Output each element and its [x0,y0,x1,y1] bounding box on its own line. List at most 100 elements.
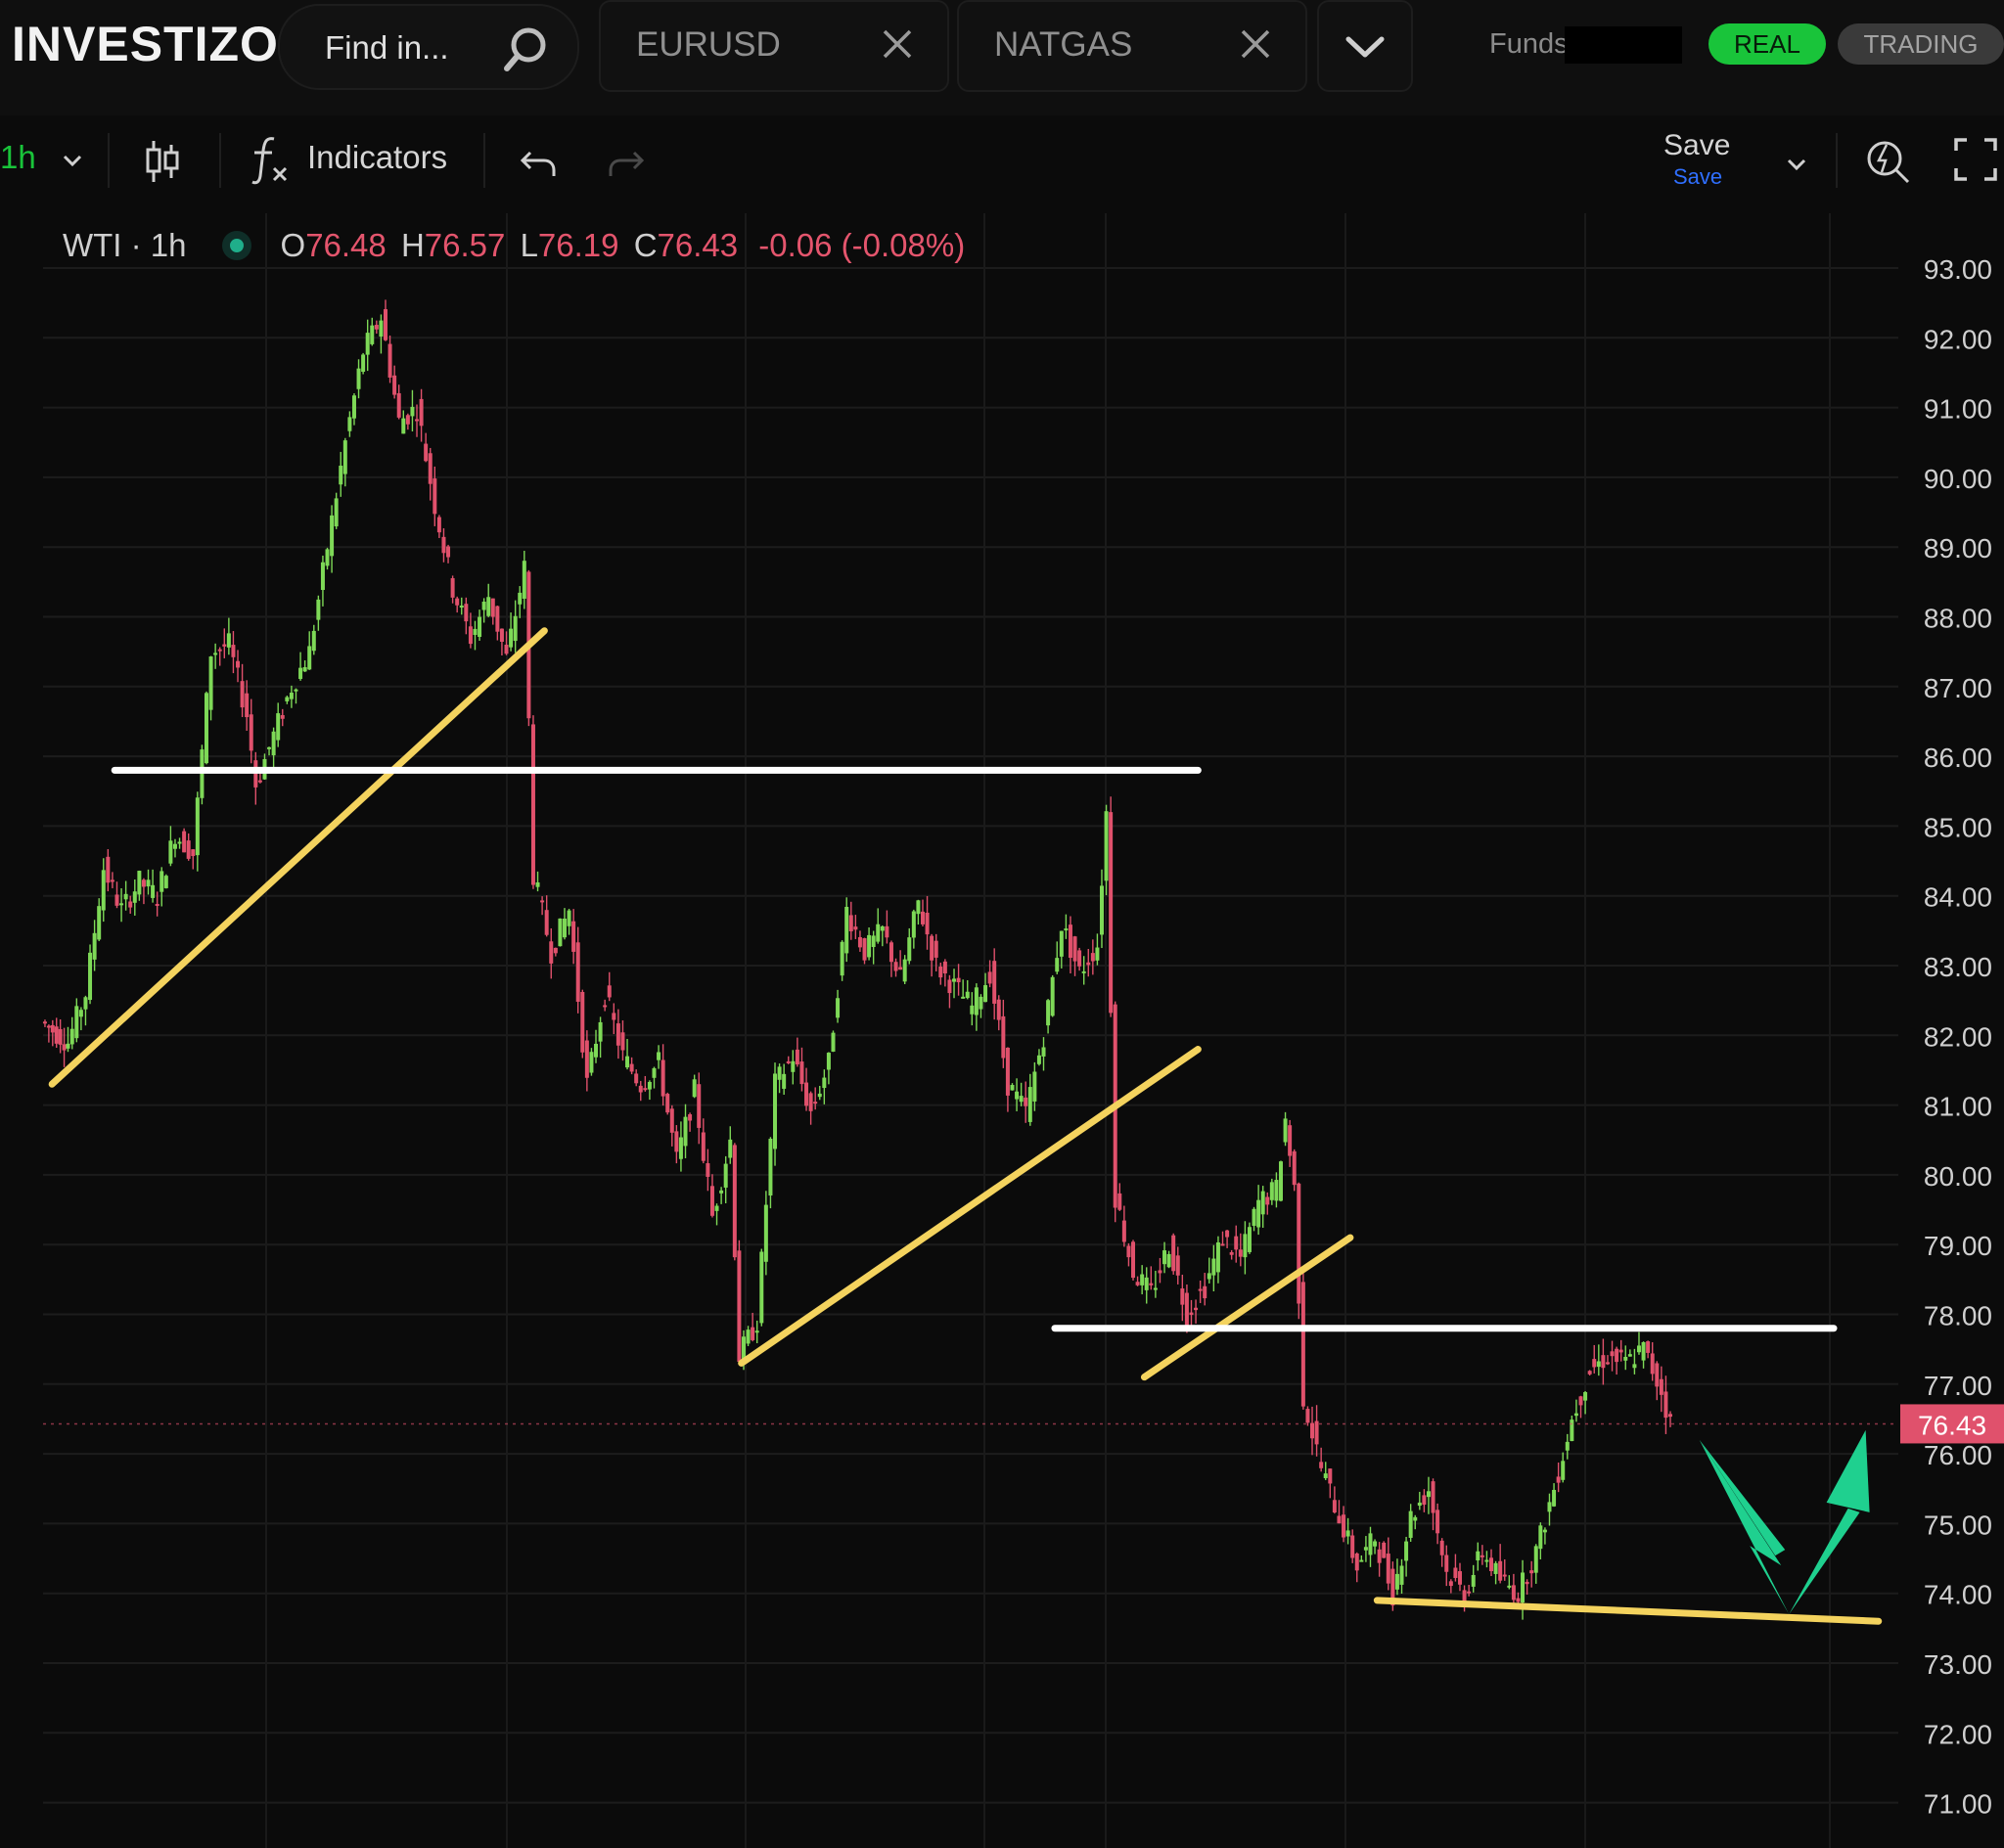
price-chart[interactable]: 93.00 92.00 91.00 90.00 89.00 88.00 87.00 86.00… [0,213,2004,1848]
y-tick-label: 88.00 [1924,604,1992,634]
chart-area[interactable]: 93.00 92.00 91.00 90.00 89.00 88.00 87.00 86.00… [0,213,2004,1848]
candle [132,891,137,903]
tab-eurusd[interactable]: EURUSD [599,0,949,92]
close-icon[interactable] [881,27,914,61]
candle [97,906,102,940]
candle [1323,1473,1328,1478]
candle [714,1205,719,1211]
candle [1278,1161,1283,1201]
candle [1215,1241,1220,1273]
search-box[interactable]: Find in... [278,4,579,90]
candle [1533,1546,1538,1573]
candle [1641,1341,1646,1361]
y-tick-label: 76.00 [1924,1440,1992,1470]
candle [853,926,858,930]
candle [69,1028,74,1045]
trading-mode-button[interactable]: TRADING [1838,23,2004,65]
drawings [48,627,1883,1625]
candle [947,979,952,994]
candle [571,921,576,952]
candle [191,849,196,857]
candle [155,904,159,907]
candle [351,395,356,419]
candle [1561,1461,1566,1480]
candle [1081,970,1086,973]
candle [1382,1542,1387,1558]
candle [992,961,997,1004]
interval-selector[interactable]: 1h [0,139,36,176]
candle [934,940,938,958]
y-tick-label: 71.00 [1924,1789,1992,1820]
quick-search-icon[interactable] [1861,135,1912,186]
candle [1655,1363,1660,1387]
chevron-down-icon[interactable] [61,149,84,172]
candle [455,598,460,606]
chevron-down-icon [1345,36,1385,58]
candle [478,616,482,637]
save-button[interactable]: Save [1663,129,1730,162]
candle [276,713,281,741]
candle [473,628,478,636]
candle [1090,953,1095,962]
change-value: -0.06 (-0.08%) [758,227,966,263]
price-axis: 93.00 92.00 91.00 90.00 89.00 88.00 87.00 86.00… [43,254,2004,1820]
candle [732,1145,737,1258]
candlestick-icon[interactable] [143,137,182,186]
candle [1578,1396,1583,1406]
candle [916,900,921,915]
candle [1373,1541,1378,1547]
candle [1547,1502,1552,1512]
candle [799,1061,804,1085]
funds-label: Funds [1489,28,1569,60]
candle [907,937,912,962]
undo-icon[interactable] [519,143,558,182]
candle [58,1028,63,1045]
candle [490,598,495,617]
candle [1046,1000,1051,1026]
candle [446,546,451,558]
chart-grid [43,213,1898,1848]
candle [1476,1551,1480,1561]
candle [1426,1491,1431,1498]
y-tick-label: 85.00 [1924,812,1992,842]
candle [638,1085,643,1093]
candle [253,760,258,788]
redo-icon[interactable] [607,143,646,182]
candle [172,843,177,849]
fullscreen-icon[interactable] [1953,137,1998,182]
candle [1394,1573,1399,1590]
candle [83,997,88,1010]
real-mode-button[interactable]: REAL [1708,23,1826,65]
candle [123,893,128,900]
candle [240,681,245,708]
chart-legend: WTI · 1h O76.48 H76.57 L76.19 C76.43 -0.0… [63,227,965,264]
candle [1117,1193,1122,1210]
candle [612,1013,616,1020]
function-icon[interactable] [250,133,290,188]
candle [660,1059,665,1097]
trendline [48,627,548,1088]
candle [1565,1441,1570,1451]
tabs-more-button[interactable] [1317,0,1413,92]
candle [289,693,294,699]
indicators-button[interactable]: Indicators [307,139,447,176]
candle [1059,930,1064,957]
tab-natgas[interactable]: NATGAS [957,0,1307,92]
candle [1448,1581,1453,1587]
app-logo[interactable]: INVESTIZO [12,16,279,72]
candle [777,1066,782,1080]
candle [50,1024,55,1033]
candle [1345,1530,1350,1537]
candle [888,942,893,963]
chevron-down-icon[interactable] [1785,153,1808,176]
candle [768,1139,773,1196]
symbol-label[interactable]: WTI · 1h [63,227,187,263]
candle [347,417,352,431]
candle [786,1060,791,1063]
candle [1596,1361,1601,1368]
candle [930,935,934,961]
candle [1175,1255,1180,1276]
candle [1068,924,1072,959]
candle [499,628,504,643]
close-icon[interactable] [1239,27,1272,61]
